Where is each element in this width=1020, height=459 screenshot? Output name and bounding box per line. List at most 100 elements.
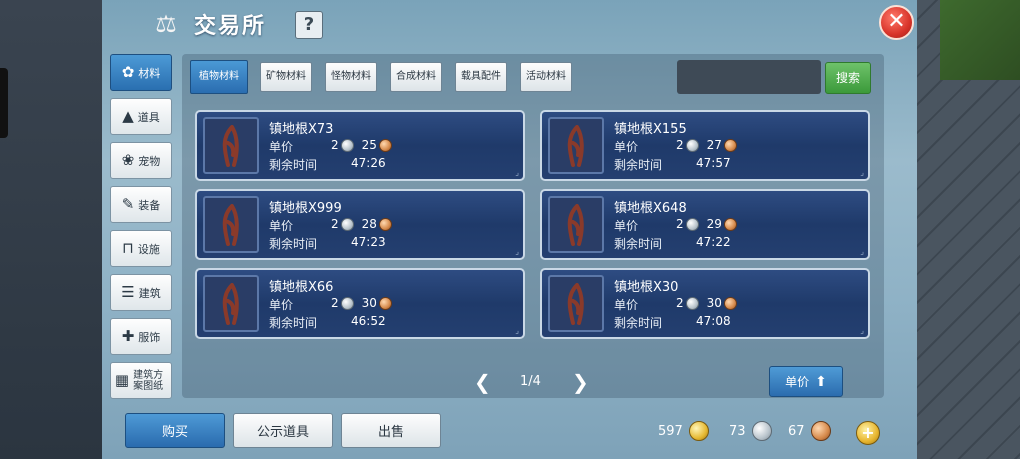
copper-coin-icon <box>378 296 392 310</box>
silver-amount: 2 <box>331 217 339 231</box>
close-button[interactable]: ✕ <box>879 5 914 40</box>
price-value: 2 25 <box>331 138 392 152</box>
price-value: 2 30 <box>331 296 392 310</box>
price-value: 2 29 <box>676 217 737 231</box>
silver-coin-icon <box>685 296 699 310</box>
silver-coin-icon <box>340 217 354 231</box>
public-items-button[interactable]: 公示道具 <box>233 413 333 448</box>
copper-balance: 67 <box>788 421 831 441</box>
corner-ornament: ⌟ <box>860 168 864 177</box>
copper-amount: 67 <box>788 423 805 439</box>
sidebar-item-label: 装备 <box>138 198 161 212</box>
item-name: 镇地根X30 <box>614 280 679 295</box>
flower-icon: ✿ <box>121 63 135 81</box>
tab-vehicle-parts[interactable]: 载具配件 <box>455 62 507 92</box>
time-left-label: 剩余时间 <box>269 316 318 330</box>
silver-coin-icon <box>751 421 772 441</box>
price-label: 单价 <box>614 219 639 233</box>
tab-event-materials[interactable]: 活动材料 <box>520 62 572 92</box>
gold-amount: 597 <box>658 423 683 439</box>
time-left-value: 47:26 <box>351 156 386 170</box>
background-grass <box>940 0 1020 80</box>
silver-coin-icon <box>340 296 354 310</box>
weapon-icon: ✎ <box>121 195 135 213</box>
page-indicator: 1/4 <box>520 374 541 389</box>
corner-ornament: ⌟ <box>515 247 519 256</box>
corner-ornament: ⌟ <box>515 168 519 177</box>
item-name: 镇地根X66 <box>269 280 334 295</box>
listing-card[interactable]: 镇地根X30 单价 2 30 剩余时间 47:08 ⌟ <box>540 268 870 339</box>
search-input[interactable] <box>677 60 821 94</box>
copper-coin-icon <box>810 421 831 441</box>
copper-amount: 29 <box>706 217 722 231</box>
tab-plant-materials[interactable]: 植物材料 <box>190 60 248 94</box>
tab-monster-materials[interactable]: 怪物材料 <box>325 62 377 92</box>
sell-button[interactable]: 出售 <box>341 413 441 448</box>
price-label: 单价 <box>614 140 639 154</box>
time-left-label: 剩余时间 <box>614 158 663 172</box>
root-item-icon <box>548 117 604 174</box>
silver-coin-icon <box>685 217 699 231</box>
clothing-icon: ✚ <box>121 327 135 345</box>
tab-mineral-materials[interactable]: 矿物材料 <box>260 62 312 92</box>
item-name: 镇地根X999 <box>269 201 342 216</box>
listing-card[interactable]: 镇地根X155 单价 2 27 剩余时间 47:57 ⌟ <box>540 110 870 181</box>
paw-icon: ❀ <box>121 151 135 169</box>
listing-card[interactable]: 镇地根X999 单价 2 28 剩余时间 47:23 ⌟ <box>195 189 525 260</box>
silver-coin-icon <box>340 138 354 152</box>
copper-amount: 27 <box>706 138 722 152</box>
sidebar-item-materials[interactable]: ✿ 材料 <box>110 54 172 91</box>
sidebar-item-buildings[interactable]: ☰ 建筑 <box>110 274 172 311</box>
copper-amount: 25 <box>361 138 377 152</box>
copper-coin-icon <box>378 138 392 152</box>
gold-coin-icon <box>688 421 709 441</box>
copper-coin-icon <box>378 217 392 231</box>
sidebar-item-label: 设施 <box>137 242 160 256</box>
corner-ornament: ⌟ <box>515 326 519 335</box>
listing-card[interactable]: 镇地根X66 单价 2 30 剩余时间 46:52 ⌟ <box>195 268 525 339</box>
title-bar: ⚖ 交易所 ? ✕ <box>102 0 917 48</box>
scale-icon: ⚖ <box>155 10 177 38</box>
next-page-button[interactable]: ❯ <box>572 370 589 394</box>
flask-icon: ▲ <box>122 107 134 125</box>
sidebar-item-clothing[interactable]: ✚ 服饰 <box>110 318 172 355</box>
sidebar-item-label: 服饰 <box>138 330 161 344</box>
help-button[interactable]: ? <box>295 11 323 39</box>
item-name: 镇地根X648 <box>614 201 687 216</box>
time-left-value: 47:23 <box>351 235 386 249</box>
sidebar-item-facilities[interactable]: ⊓ 设施 <box>110 230 172 267</box>
sort-up-icon: ⬆ <box>815 373 827 390</box>
sort-label: 单价 <box>785 375 810 389</box>
copper-coin-icon <box>723 138 737 152</box>
copper-amount: 28 <box>361 217 377 231</box>
sidebar-item-equipment[interactable]: ✎ 装备 <box>110 186 172 223</box>
silver-coin-icon <box>685 138 699 152</box>
search-button[interactable]: 搜索 <box>825 62 871 94</box>
sidebar-item-blueprints[interactable]: ▦ 建筑方案图纸 <box>110 362 172 399</box>
sidebar-item-label: 建筑 <box>138 286 161 300</box>
silver-amount: 2 <box>676 296 684 310</box>
prev-page-button[interactable]: ❮ <box>474 370 491 394</box>
facility-icon: ⊓ <box>122 239 134 257</box>
item-name: 镇地根X73 <box>269 122 334 137</box>
copper-amount: 30 <box>706 296 722 310</box>
time-left-value: 46:52 <box>351 314 386 328</box>
add-currency-button[interactable]: + <box>856 421 880 445</box>
background-left <box>0 0 105 459</box>
buy-button[interactable]: 购买 <box>125 413 225 448</box>
sidebar-item-label: 宠物 <box>138 154 161 168</box>
sort-by-price-button[interactable]: 单价 ⬆ <box>769 366 843 397</box>
sidebar-item-props[interactable]: ▲ 道具 <box>110 98 172 135</box>
silver-amount: 2 <box>676 217 684 231</box>
tab-crafting-materials[interactable]: 合成材料 <box>390 62 442 92</box>
page-title: 交易所 <box>194 14 267 39</box>
copper-amount: 30 <box>361 296 377 310</box>
time-left-label: 剩余时间 <box>614 237 663 251</box>
time-left-value: 47:08 <box>696 314 731 328</box>
listing-card[interactable]: 镇地根X73 单价 2 25 剩余时间 47:26 ⌟ <box>195 110 525 181</box>
sidebar-item-pets[interactable]: ❀ 宠物 <box>110 142 172 179</box>
listing-card[interactable]: 镇地根X648 单价 2 29 剩余时间 47:22 ⌟ <box>540 189 870 260</box>
exchange-panel: ⚖ 交易所 ? ✕ ✿ 材料 ▲ 道具 ❀ 宠物 ✎ 装备 ⊓ 设施 ☰ 建筑 … <box>102 0 917 459</box>
copper-coin-icon <box>723 296 737 310</box>
corner-ornament: ⌟ <box>860 326 864 335</box>
